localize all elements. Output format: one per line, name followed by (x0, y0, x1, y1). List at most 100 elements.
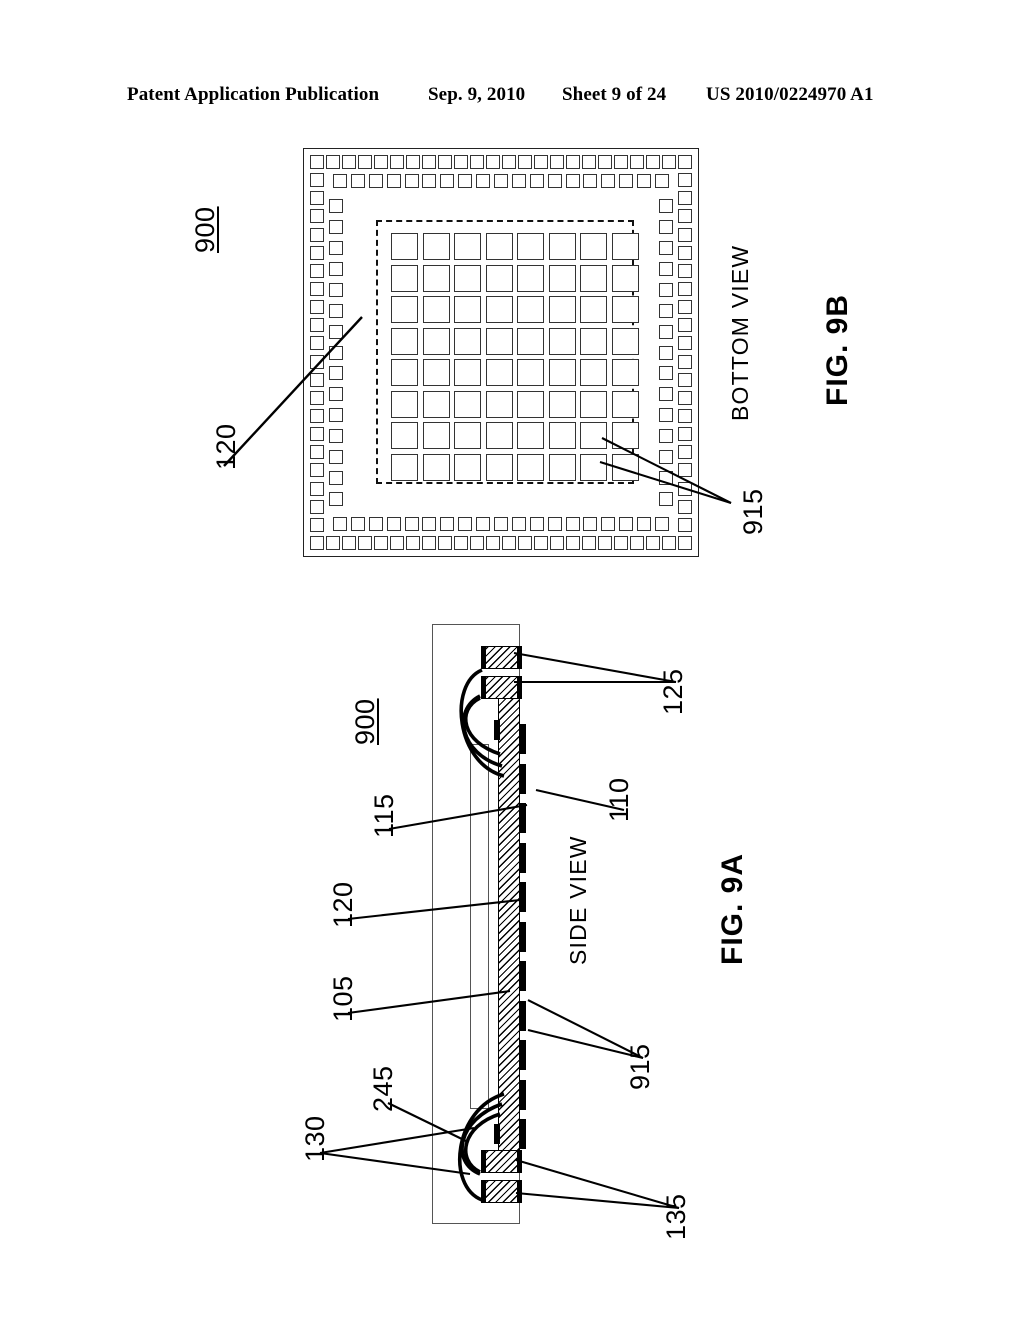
perimeter-pad-inner-bottom (494, 517, 508, 531)
perimeter-pad-outer-bottom (390, 536, 404, 550)
perimeter-pad-outer-top (550, 155, 564, 169)
land-grid-pad (580, 359, 607, 386)
perimeter-pad-inner-left (329, 387, 343, 402)
land-grid-pad (548, 359, 576, 386)
perimeter-pad-outer-right (678, 390, 692, 405)
perimeter-pad-outer-right (678, 427, 692, 442)
perimeter-pad-inner-left (329, 324, 343, 339)
land-grid-pad (611, 359, 639, 386)
perimeter-pad-outer-left (310, 336, 324, 351)
perimeter-pad-outer-bottom (310, 536, 324, 550)
land-grid-pad (422, 327, 450, 355)
perimeter-pad-outer-bottom (486, 536, 500, 550)
perimeter-pad-outer-bottom (662, 536, 676, 550)
perimeter-pad-outer-top (502, 155, 516, 169)
perimeter-pad-outer-bottom (630, 536, 644, 550)
perimeter-pad-inner-right (659, 240, 673, 255)
perimeter-pad-outer-right (678, 517, 692, 532)
perimeter-pad-outer-left (310, 481, 324, 496)
perimeter-pad-inner-left (329, 429, 343, 444)
perimeter-pad-inner-bottom (404, 517, 419, 531)
land-grid-pad (517, 422, 544, 449)
perimeter-pad-outer-top (326, 155, 340, 169)
perimeter-pad-outer-bottom (502, 536, 516, 550)
perimeter-pad-inner-right (659, 282, 673, 297)
fig9a-callout-130: 130 (300, 1115, 330, 1162)
perimeter-pad-outer-left (310, 173, 324, 188)
perimeter-pad-outer-top (310, 155, 324, 169)
land-grid-pad (548, 233, 576, 260)
fig9b-figure-label: FIG. 9B (821, 293, 854, 406)
perimeter-pad-inner-right (659, 366, 673, 381)
fig9b-assembly-ref-900: 900 (190, 206, 220, 253)
land-grid-pad (391, 264, 418, 292)
perimeter-pad-outer-bottom (566, 536, 580, 550)
land-grid-pad (517, 359, 544, 386)
perimeter-pad-outer-top (422, 155, 436, 169)
land-grid-pad (422, 359, 450, 386)
perimeter-pad-outer-right (678, 282, 692, 296)
perimeter-pad-outer-bottom (454, 536, 468, 550)
perimeter-pad-inner-bottom (368, 517, 383, 531)
land-grid-pad (454, 296, 481, 323)
land-grid-pad (485, 296, 513, 323)
perimeter-pad-inner-right (659, 303, 673, 318)
perimeter-pad-inner-top (565, 174, 580, 188)
perimeter-pad-outer-right (678, 336, 692, 351)
perimeter-pad-outer-bottom (550, 536, 564, 550)
fig9a-callout-125: 125 (658, 668, 688, 715)
perimeter-pad-inner-top (368, 174, 383, 188)
land-grid-pad (548, 296, 576, 323)
land-grid-pad (422, 296, 450, 323)
perimeter-pad-outer-left (310, 427, 324, 442)
perimeter-pad-inner-left (329, 408, 343, 423)
figure-9a-side-view-drawing (432, 624, 556, 1224)
perimeter-pad-inner-top (655, 174, 669, 188)
fig9a-callout-115: 115 (369, 793, 399, 838)
land-grid-pad (485, 233, 513, 260)
perimeter-pad-outer-right (678, 173, 692, 188)
perimeter-pad-outer-left (310, 318, 324, 333)
land-grid-pad (580, 453, 607, 481)
perimeter-pad-inner-bottom (601, 517, 616, 531)
land-grid-pad (548, 390, 576, 418)
perimeter-pad-inner-bottom (440, 517, 455, 531)
land-grid-pad (485, 359, 513, 386)
perimeter-pad-inner-bottom (565, 517, 580, 531)
land-grid-pad (580, 233, 607, 260)
perimeter-pad-inner-left (329, 366, 343, 381)
fig9a-callout-245: 245 (368, 1065, 398, 1112)
fig9a-assembly-ref-900: 900 (350, 698, 380, 745)
land-grid-pad (454, 264, 481, 292)
perimeter-pad-inner-right (659, 492, 673, 507)
perimeter-pad-outer-top (646, 155, 660, 169)
perimeter-pad-outer-top (438, 155, 452, 169)
perimeter-pad-inner-right (659, 450, 673, 465)
land-grid-pad (548, 264, 576, 292)
perimeter-pad-inner-bottom (619, 517, 634, 531)
land-grid-pad (391, 296, 418, 323)
perimeter-pad-inner-bottom (511, 517, 526, 531)
land-grid-pad (611, 233, 639, 260)
perimeter-pad-inner-top (386, 174, 401, 188)
perimeter-pad-outer-left (310, 191, 324, 206)
perimeter-pad-outer-left (310, 390, 324, 405)
land-grid-pad (391, 359, 418, 386)
perimeter-pad-outer-top (598, 155, 612, 169)
perimeter-pad-outer-left (310, 372, 324, 387)
perimeter-pad-inner-right (659, 324, 673, 339)
land-grid-pad (611, 296, 639, 323)
perimeter-pad-outer-right (678, 300, 692, 315)
land-grid-pad (611, 422, 639, 449)
perimeter-pad-inner-top (404, 174, 419, 188)
perimeter-pad-outer-bottom (406, 536, 420, 550)
perimeter-pad-inner-bottom (333, 517, 347, 531)
perimeter-pad-inner-right (659, 387, 673, 402)
land-grid-pad (454, 422, 481, 449)
perimeter-pad-inner-top (333, 174, 347, 188)
land-grid-pad (517, 390, 544, 418)
land-grid-pad (485, 422, 513, 449)
land-grid-pad (548, 453, 576, 481)
perimeter-pad-inner-bottom (476, 517, 491, 531)
perimeter-pad-inner-left (329, 450, 343, 465)
